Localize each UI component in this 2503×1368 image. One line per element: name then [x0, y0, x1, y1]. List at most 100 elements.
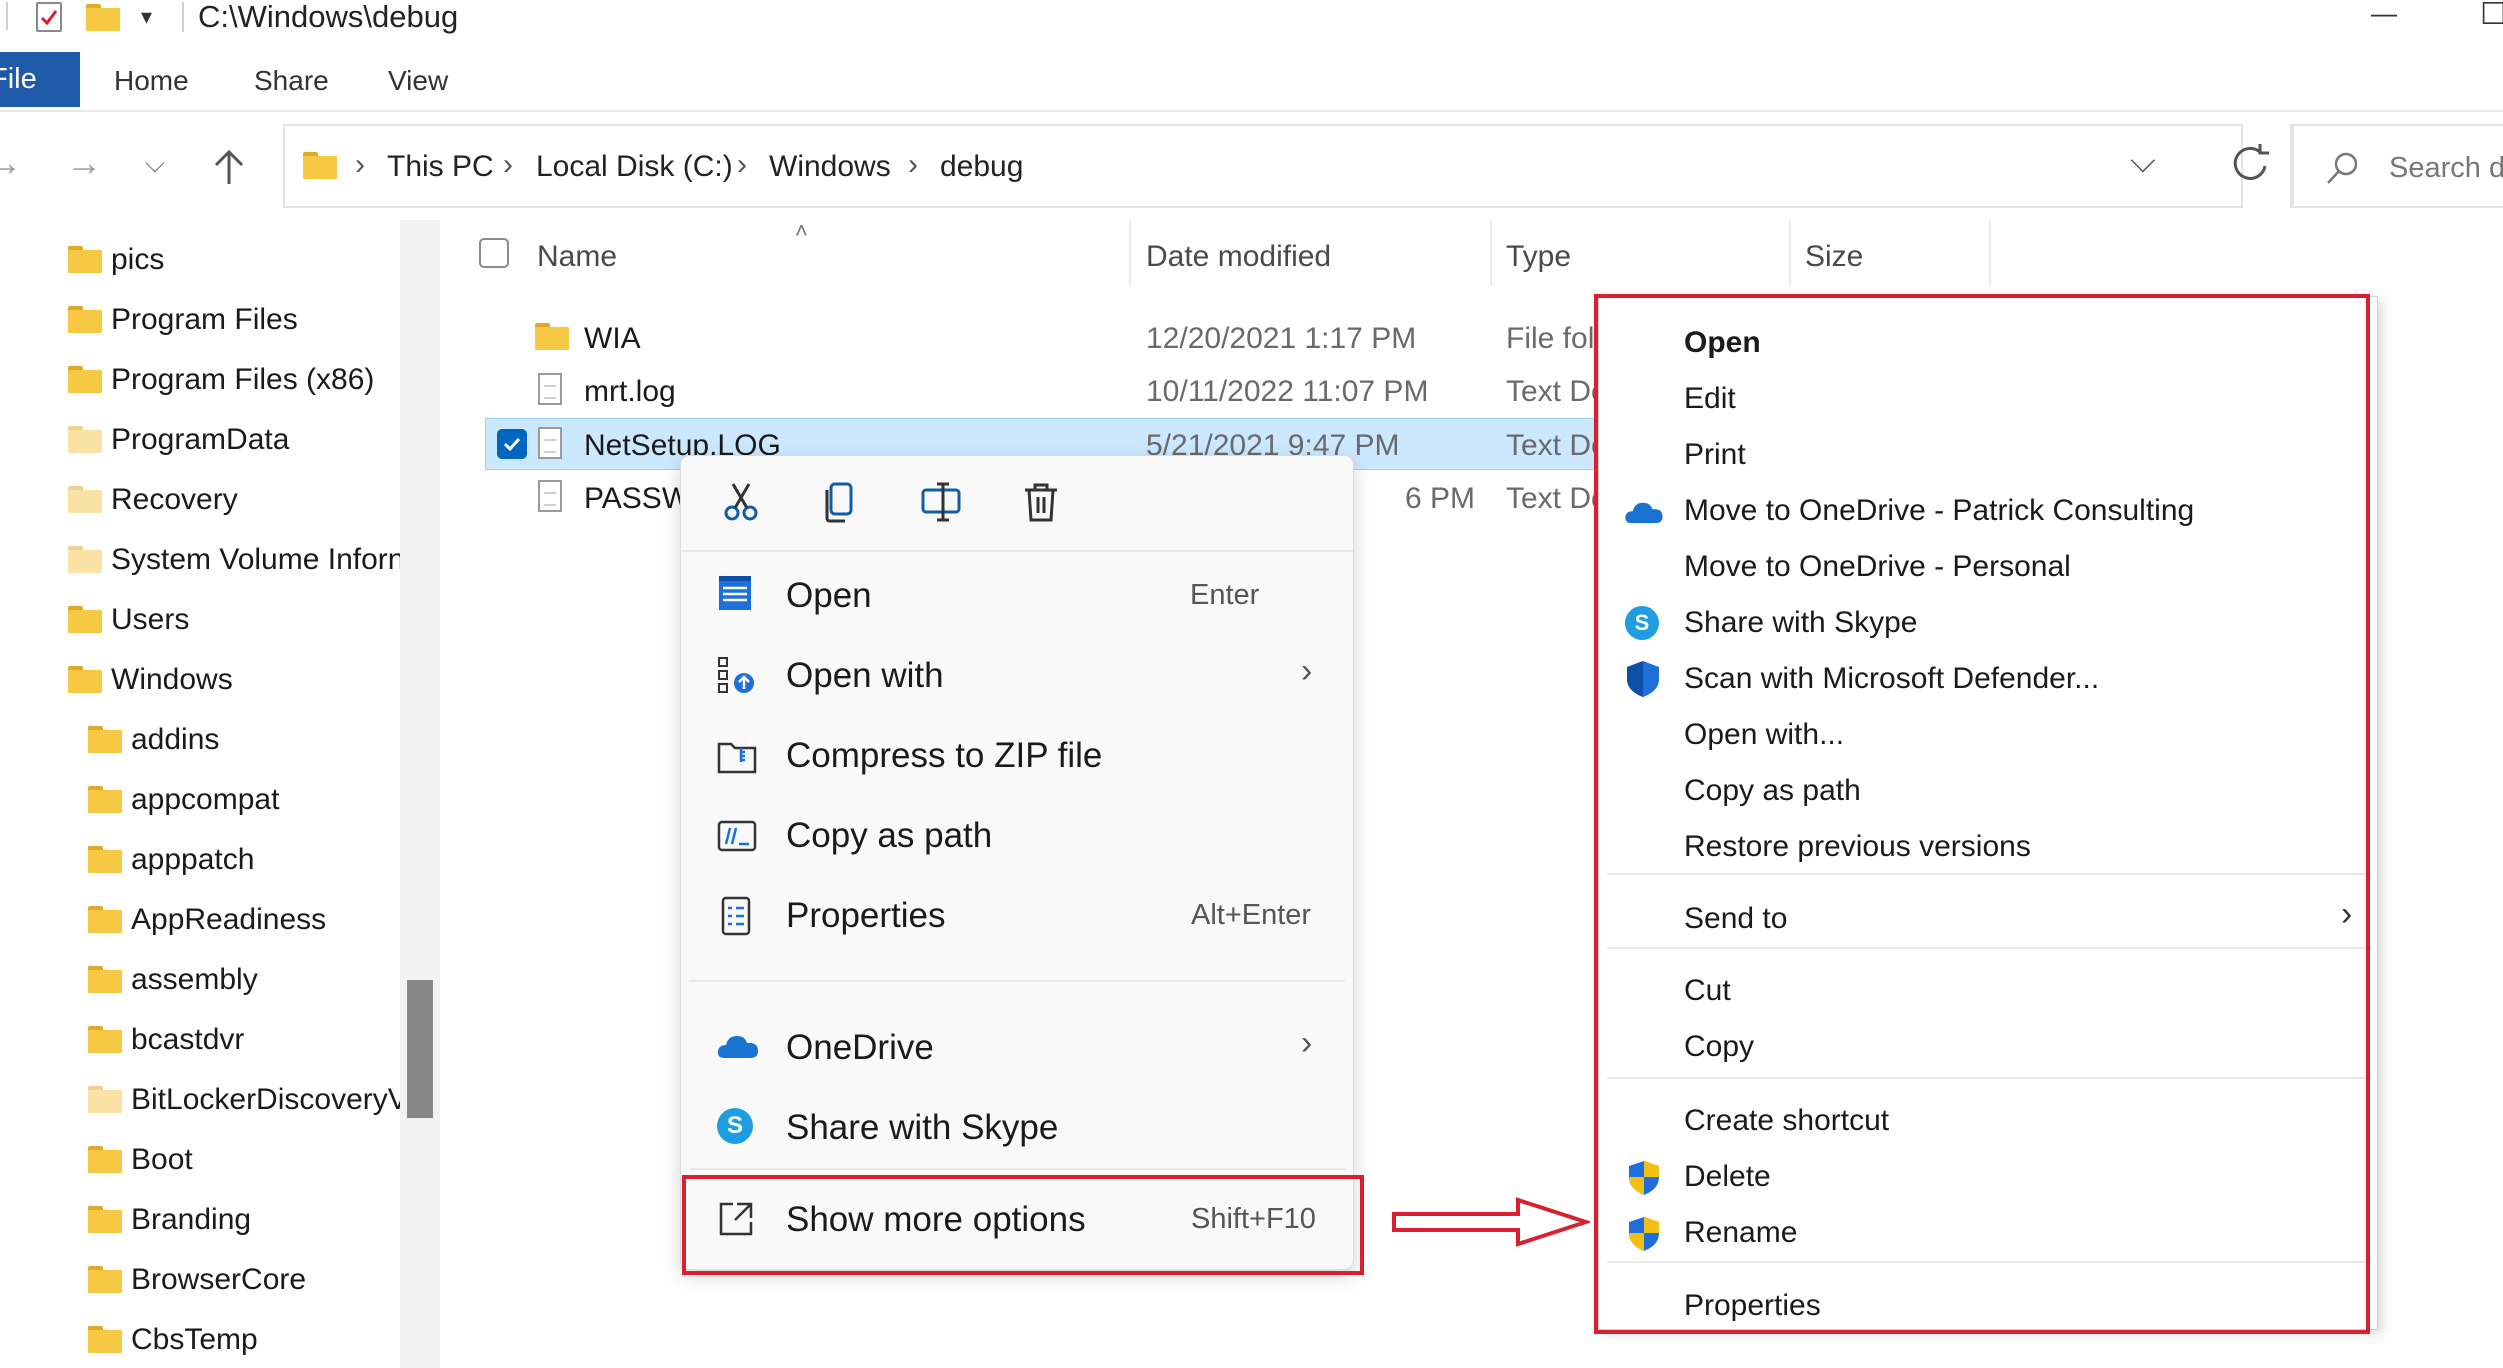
- folder-icon: [88, 786, 122, 813]
- menu-item-copy-as-path[interactable]: Copy as path: [689, 802, 1345, 866]
- column-divider[interactable]: [1490, 220, 1492, 286]
- tree-item[interactable]: appcompat: [0, 775, 400, 825]
- folder-icon: [88, 1086, 122, 1113]
- folder-icon: [88, 1266, 122, 1293]
- tree-item[interactable]: AppReadiness: [0, 895, 400, 945]
- tree-item-label: apppatch: [131, 843, 255, 876]
- tree-item[interactable]: assembly: [0, 955, 400, 1005]
- tree-item[interactable]: System Volume Inforn: [0, 535, 400, 585]
- refresh-button[interactable]: [2210, 124, 2294, 208]
- recent-locations-chevron-icon[interactable]: ⌵: [145, 150, 165, 176]
- window-title: C:\Windows\debug: [198, 0, 459, 34]
- quick-access-dropdown-icon[interactable]: ▾: [141, 6, 152, 28]
- breadcrumb-chevron-icon[interactable]: ›: [737, 150, 747, 180]
- column-divider[interactable]: [1789, 220, 1791, 286]
- tree-item[interactable]: apppatch: [0, 835, 400, 885]
- menu-separator: [689, 980, 1345, 982]
- breadcrumb-debug[interactable]: debug: [940, 152, 1023, 182]
- tree-item[interactable]: CbsTemp: [0, 1315, 400, 1365]
- tab-view[interactable]: View: [388, 67, 448, 95]
- menu-item-onedrive[interactable]: OneDrive ›: [689, 1014, 1345, 1078]
- file-type: Text Dc: [1506, 429, 1607, 462]
- search-placeholder: Search d: [2389, 152, 2503, 184]
- copy-icon[interactable]: [819, 480, 863, 529]
- breadcrumb-chevron-icon[interactable]: ›: [908, 150, 918, 180]
- file-type: File fol: [1506, 322, 1595, 355]
- menu-item-shortcut: Enter: [1190, 579, 1260, 611]
- tree-item[interactable]: BitLockerDiscoveryV: [0, 1075, 400, 1125]
- cut-icon[interactable]: [719, 480, 763, 529]
- folder-icon: [88, 846, 122, 873]
- tree-item[interactable]: Users: [0, 595, 400, 645]
- folder-icon: [68, 606, 102, 633]
- menu-item-compress-zip[interactable]: Compress to ZIP file: [689, 722, 1345, 786]
- tab-file[interactable]: File: [0, 52, 80, 107]
- tree-item[interactable]: Program Files (x86): [0, 355, 400, 405]
- tree-item-label: Windows: [111, 663, 233, 696]
- search-box[interactable]: Search d: [2290, 124, 2503, 208]
- column-header-name[interactable]: Name: [537, 242, 617, 272]
- forward-arrow-icon[interactable]: →: [66, 145, 102, 181]
- tree-scrollbar-thumb[interactable]: [407, 980, 433, 1118]
- delete-icon[interactable]: [1019, 480, 1063, 529]
- menu-item-label: OneDrive: [786, 1028, 934, 1067]
- tree-item-label: bcastdvr: [131, 1023, 245, 1056]
- tree-item[interactable]: Branding: [0, 1195, 400, 1245]
- tree-item-label: Program Files (x86): [111, 363, 375, 396]
- tree-item[interactable]: Program Files: [0, 295, 400, 345]
- title-bar-divider: [6, 2, 8, 30]
- tab-share[interactable]: Share: [254, 67, 329, 95]
- tree-item-label: addins: [131, 723, 220, 756]
- tree-item-label: CbsTemp: [131, 1323, 258, 1356]
- breadcrumb-this-pc[interactable]: This PC: [387, 152, 494, 182]
- restore-button[interactable]: ☐: [2480, 0, 2503, 30]
- tab-file-label: File: [0, 63, 37, 95]
- up-arrow-icon[interactable]: [210, 148, 248, 191]
- address-history-chevron-icon[interactable]: ⌵: [2130, 144, 2156, 178]
- address-folder-icon: [303, 152, 337, 179]
- column-divider[interactable]: [1129, 220, 1131, 286]
- address-bar[interactable]: › This PC › Local Disk (C:) › Windows › …: [283, 124, 2243, 208]
- text-file-icon: [538, 480, 562, 512]
- folder-quick-icon[interactable]: [86, 4, 120, 31]
- tab-home[interactable]: Home: [114, 67, 189, 95]
- folder-icon: [68, 366, 102, 393]
- tree-item[interactable]: Boot: [0, 1135, 400, 1185]
- tree-item[interactable]: ProgramData: [0, 415, 400, 465]
- menu-item-open-with[interactable]: Open with ›: [689, 642, 1345, 706]
- back-arrow-icon[interactable]: →: [0, 145, 22, 181]
- tree-item[interactable]: Windows: [0, 655, 400, 705]
- folder-icon: [68, 666, 102, 693]
- open-with-icon: [717, 656, 757, 701]
- tree-scrollbar-track[interactable]: [400, 220, 440, 1368]
- tree-item[interactable]: BrowserCore: [0, 1255, 400, 1305]
- breadcrumb-windows[interactable]: Windows: [769, 152, 891, 182]
- menu-item-properties[interactable]: Properties Alt+Enter: [689, 882, 1345, 946]
- file-row[interactable]: WIA 12/20/2021 1:17 PM File fol: [485, 312, 1685, 362]
- properties-quick-icon[interactable]: [36, 2, 62, 32]
- breadcrumb-chevron-icon[interactable]: ›: [503, 150, 513, 180]
- minimize-button[interactable]: —: [2371, 0, 2397, 26]
- refresh-icon: [2233, 144, 2269, 180]
- file-row[interactable]: mrt.log 10/11/2022 11:07 PM Text Dc: [485, 365, 1685, 415]
- skype-icon: S: [717, 1108, 753, 1144]
- column-header-size[interactable]: Size: [1805, 242, 1863, 272]
- tree-item[interactable]: pics: [0, 235, 400, 285]
- annotation-highlight-box: [1594, 294, 2370, 1334]
- row-checkbox-checked[interactable]: [497, 429, 527, 459]
- select-all-checkbox[interactable]: [479, 238, 509, 268]
- checkmark-icon: [503, 437, 521, 452]
- menu-item-share-skype[interactable]: S Share with Skype: [689, 1094, 1345, 1158]
- tree-item[interactable]: addins: [0, 715, 400, 765]
- text-file-icon: [538, 427, 562, 459]
- column-header-date[interactable]: Date modified: [1146, 242, 1331, 272]
- folder-icon: [68, 246, 102, 273]
- tree-item[interactable]: bcastdvr: [0, 1015, 400, 1065]
- breadcrumb-local-disk[interactable]: Local Disk (C:): [536, 152, 733, 182]
- column-divider[interactable]: [1989, 220, 1991, 286]
- column-header-type[interactable]: Type: [1506, 242, 1571, 272]
- folder-icon: [535, 323, 569, 350]
- rename-icon[interactable]: [919, 480, 963, 529]
- tree-item[interactable]: Recovery: [0, 475, 400, 525]
- menu-item-open[interactable]: Open Enter: [689, 562, 1345, 626]
